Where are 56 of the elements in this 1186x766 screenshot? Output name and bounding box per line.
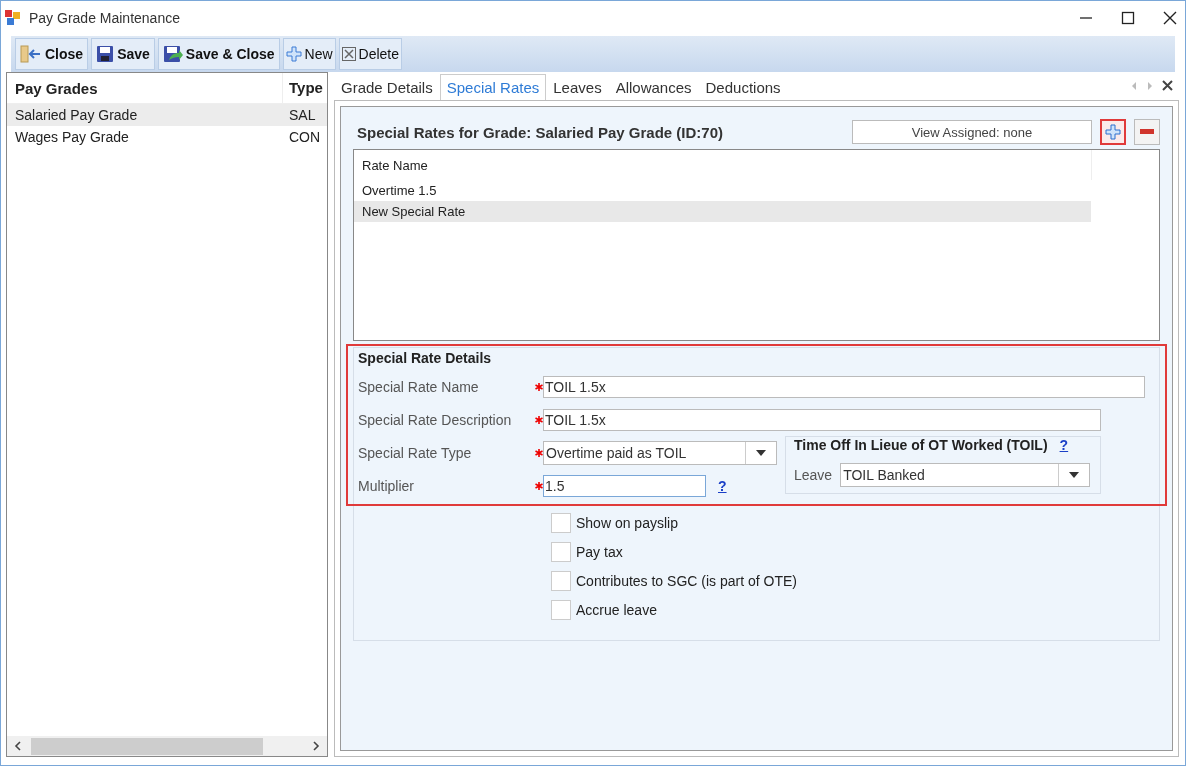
column-header: Pay Grades: [14, 79, 99, 97]
close-icon[interactable]: [1162, 80, 1173, 91]
dropdown-field[interactable]: Overtime paid as TOIL: [543, 440, 777, 465]
add-button[interactable]: [1100, 119, 1126, 145]
horizontal-scrollbar[interactable]: [7, 736, 327, 756]
checkbox-label[interactable]: Contributes to SGC (is part of OTE): [576, 572, 797, 589]
checkbox-label[interactable]: Pay tax: [576, 543, 623, 560]
tab[interactable]: Leaves: [546, 74, 609, 100]
maximize-icon[interactable]: [1121, 10, 1135, 25]
app-icon: [5, 9, 21, 26]
field-label: Special Rate Description: [358, 411, 513, 428]
checkbox-label[interactable]: Accrue leave: [576, 601, 657, 618]
field-label: Special Rate Name: [358, 378, 480, 395]
exit-door-icon: [20, 45, 42, 63]
close-icon[interactable]: [1163, 10, 1177, 25]
window-title: Pay Grade Maintenance: [29, 9, 180, 26]
checkbox-label[interactable]: Show on payslip: [576, 514, 678, 531]
text-field[interactable]: TOIL 1.5x: [543, 408, 1101, 431]
tab[interactable]: Allowances: [608, 74, 699, 100]
delete-x-icon: [341, 47, 356, 61]
toolbar-button[interactable]: Delete: [338, 38, 403, 70]
toolbar-button[interactable]: Save & Close: [157, 38, 280, 70]
field-label: Leave: [794, 467, 833, 483]
dropdown-field[interactable]: TOIL Banked: [840, 463, 1091, 487]
tab[interactable]: Deductions: [698, 74, 788, 100]
plus-icon: [285, 46, 302, 62]
caret-icon: [1069, 472, 1080, 478]
checkbox[interactable]: [551, 599, 571, 620]
field-label: Special Rate Type: [358, 444, 473, 461]
column-header: Type: [282, 73, 327, 103]
pay-grade-row[interactable]: Wages Pay Grade CON: [7, 126, 327, 148]
pay-grade-row[interactable]: Salaried Pay Grade SAL: [7, 104, 327, 126]
checkbox[interactable]: [551, 541, 571, 562]
checkbox[interactable]: [551, 570, 571, 591]
help-link[interactable]: ?: [718, 477, 727, 494]
toolbar-button[interactable]: New: [282, 38, 336, 70]
help-link[interactable]: ?: [1059, 437, 1069, 453]
text-field[interactable]: TOIL 1.5x: [543, 375, 1145, 398]
rate-row[interactable]: Overtime 1.5: [354, 180, 1091, 201]
multiplier-field[interactable]: 1.5: [543, 474, 706, 497]
toolbar-button[interactable]: Close: [15, 38, 89, 70]
view-assigned-button[interactable]: View Assigned: none: [852, 120, 1092, 144]
field-label: Multiplier: [358, 477, 415, 494]
tab[interactable]: Special Rates: [439, 74, 547, 100]
group-title: Time Off In Lieue of OT Worked (TOIL): [794, 437, 1048, 453]
caret-icon: [756, 449, 766, 456]
group-title: Special Rate Details: [358, 350, 493, 366]
remove-button[interactable]: [1134, 119, 1160, 145]
section-heading: Special Rates for Grade: Salaried Pay Grade (ID:70): [356, 123, 723, 141]
plus-icon: [1105, 124, 1121, 140]
minus-icon: [1140, 129, 1154, 135]
checkbox[interactable]: [551, 512, 571, 533]
tab[interactable]: Grade Details: [334, 74, 440, 100]
rate-row[interactable]: New Special Rate: [354, 201, 1091, 222]
toolbar-button[interactable]: Save: [91, 38, 155, 70]
column-header: Rate Name: [361, 157, 428, 173]
